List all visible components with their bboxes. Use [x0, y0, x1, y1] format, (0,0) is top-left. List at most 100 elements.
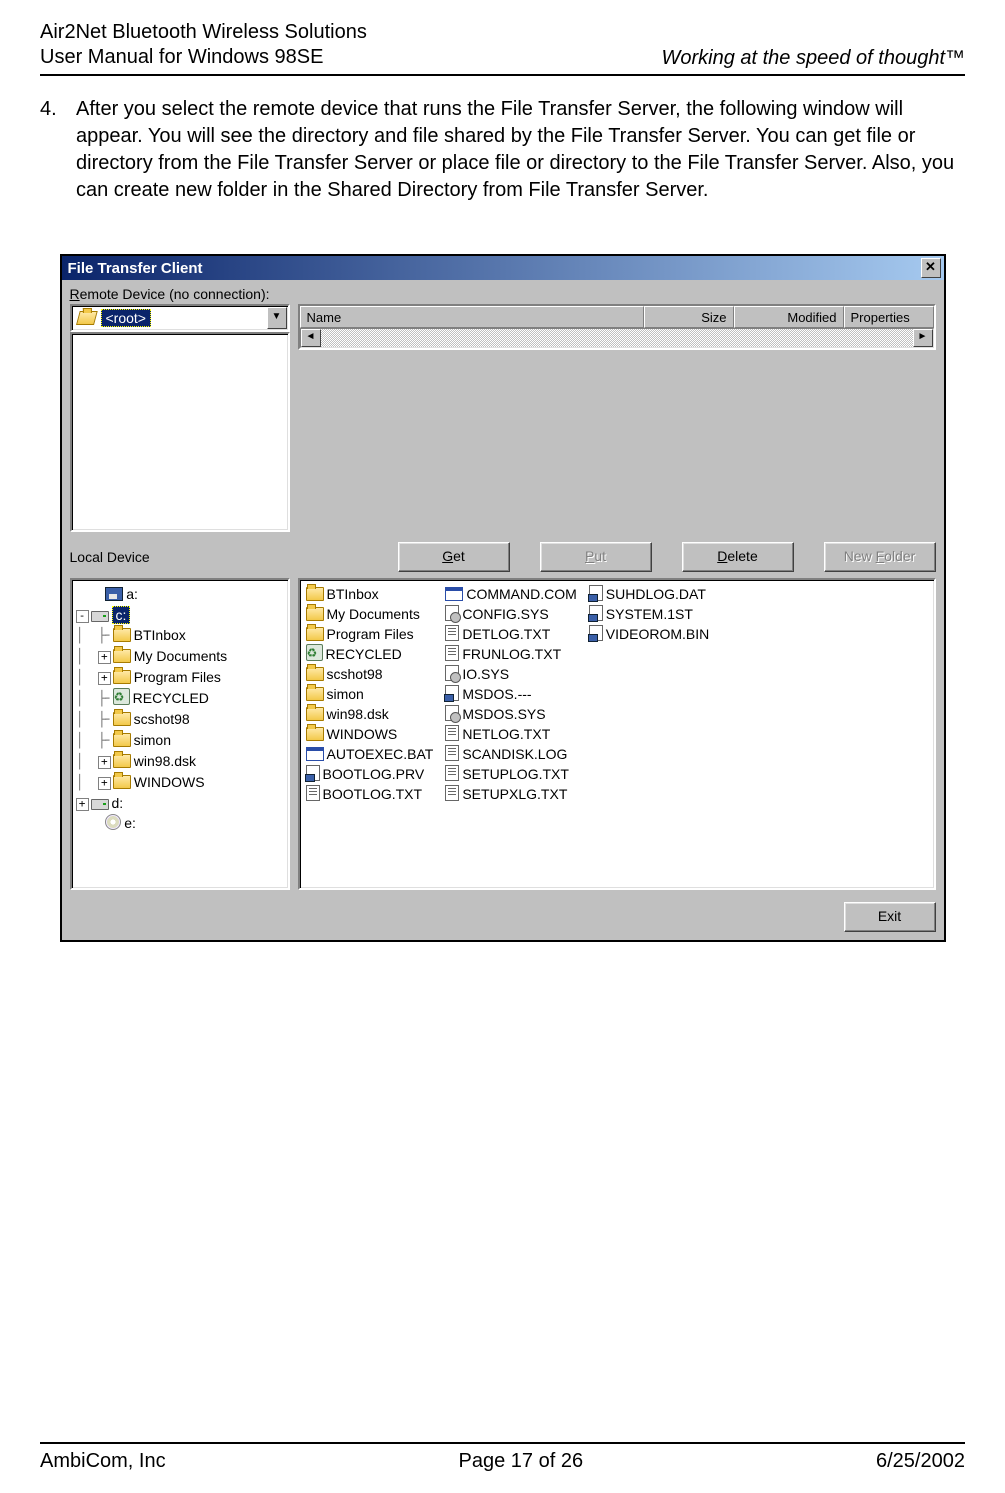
remote-list-header: Name Size Modified Properties [300, 306, 934, 328]
list-item[interactable]: scshot98 [306, 664, 434, 684]
list-item[interactable]: BOOTLOG.TXT [306, 784, 434, 804]
recycle-icon [113, 688, 130, 705]
list-item[interactable]: SYSTEM.1ST [589, 604, 709, 624]
txt-icon [445, 725, 459, 741]
col-properties[interactable]: Properties [844, 306, 934, 328]
list-item[interactable]: MSDOS.--- [445, 684, 576, 704]
exe-icon [445, 587, 463, 601]
local-tree[interactable]: a: - c:│ ├╴BTInbox│ +My Documents│ +Progra… [70, 578, 290, 890]
tree-row[interactable]: │ ├╴simon [76, 730, 284, 751]
tree-row[interactable]: │ ├╴RECYCLED [76, 688, 284, 709]
tree-row[interactable]: │ ├╴scshot98 [76, 709, 284, 730]
list-item[interactable]: DETLOG.TXT [445, 624, 576, 644]
tree-row[interactable]: a: [76, 584, 284, 605]
folder-icon [306, 587, 324, 601]
folder-icon [113, 712, 131, 726]
scroll-track[interactable] [321, 329, 913, 347]
list-item[interactable]: SUHDLOG.DAT [589, 584, 709, 604]
action-button-row: Local Device Get Put Delete New Folder [62, 536, 944, 578]
selected-drive: c: [112, 606, 131, 624]
dat-icon [589, 585, 603, 601]
tree-row[interactable]: │ +WINDOWS [76, 772, 284, 793]
folder-icon [306, 667, 324, 681]
scroll-left-icon[interactable]: ◄ [301, 329, 321, 347]
list-item[interactable]: SCANDISK.LOG [445, 744, 576, 764]
list-item[interactable]: CONFIG.SYS [445, 604, 576, 624]
list-item[interactable]: MSDOS.SYS [445, 704, 576, 724]
remote-tree[interactable] [70, 332, 290, 532]
remote-path-dropdown[interactable]: <root> ▼ [70, 304, 290, 332]
new-folder-button[interactable]: New Folder [824, 542, 936, 572]
drive-icon [91, 611, 109, 622]
step-number: 4. [40, 96, 66, 204]
list-item[interactable]: RECYCLED [306, 644, 434, 664]
list-item[interactable]: IO.SYS [445, 664, 576, 684]
tree-row[interactable]: │ +Program Files [76, 667, 284, 688]
window-titlebar[interactable]: File Transfer Client ✕ [62, 256, 944, 280]
tree-row[interactable]: - c: [76, 605, 284, 625]
chevron-down-icon[interactable]: ▼ [267, 307, 287, 329]
close-icon[interactable]: ✕ [921, 258, 941, 278]
sys-icon [445, 705, 459, 721]
footer-date: 6/25/2002 [876, 1450, 965, 1473]
folder-icon [113, 733, 131, 747]
get-button[interactable]: Get [398, 542, 510, 572]
list-item[interactable]: simon [306, 684, 434, 704]
tree-row[interactable]: │ +My Documents [76, 646, 284, 667]
folder-icon [113, 649, 131, 663]
col-name[interactable]: Name [300, 306, 644, 328]
exe-icon [306, 747, 324, 761]
file-column: COMMAND.COMCONFIG.SYSDETLOG.TXTFRUNLOG.T… [445, 584, 576, 884]
exit-button[interactable]: Exit [844, 902, 936, 932]
list-item[interactable]: win98.dsk [306, 704, 434, 724]
col-modified[interactable]: Modified [734, 306, 844, 328]
list-item[interactable]: VIDEOROM.BIN [589, 624, 709, 644]
folder-open-icon [76, 311, 98, 325]
txt-icon [445, 785, 459, 801]
expand-icon[interactable]: + [98, 756, 111, 769]
list-item[interactable]: NETLOG.TXT [445, 724, 576, 744]
list-item[interactable]: BTInbox [306, 584, 434, 604]
put-button[interactable]: Put [540, 542, 652, 572]
remote-horizontal-scrollbar[interactable]: ◄ ► [300, 328, 934, 348]
local-listview[interactable]: BTInboxMy DocumentsProgram FilesRECYCLED… [298, 578, 936, 890]
footer-page: Page 17 of 26 [459, 1450, 584, 1473]
tree-row[interactable]: │ ├╴BTInbox [76, 625, 284, 646]
folder-icon [306, 707, 324, 721]
list-item[interactable]: BOOTLOG.PRV [306, 764, 434, 784]
list-item[interactable]: My Documents [306, 604, 434, 624]
list-item[interactable]: WINDOWS [306, 724, 434, 744]
list-item[interactable]: COMMAND.COM [445, 584, 576, 604]
file-transfer-client-window: File Transfer Client ✕ Remote Device (no… [60, 254, 946, 942]
folder-icon [306, 687, 324, 701]
folder-icon [306, 607, 324, 621]
list-item[interactable]: FRUNLOG.TXT [445, 644, 576, 664]
txt-icon [445, 645, 459, 661]
txt-icon [306, 785, 320, 801]
tree-row[interactable]: +d: [76, 793, 284, 813]
expand-icon[interactable]: + [76, 798, 89, 811]
folder-icon [306, 727, 324, 741]
local-panel: a: - c:│ ├╴BTInbox│ +My Documents│ +Progra… [62, 578, 944, 894]
list-item[interactable]: SETUPXLG.TXT [445, 784, 576, 804]
tree-row[interactable]: e: [76, 813, 284, 834]
recycle-icon [306, 644, 323, 661]
product-name: Air2Net Bluetooth Wireless Solutions [40, 20, 367, 45]
list-item[interactable]: Program Files [306, 624, 434, 644]
tree-row[interactable]: │ +win98.dsk [76, 751, 284, 772]
txt-icon [445, 625, 459, 641]
delete-button[interactable]: Delete [682, 542, 794, 572]
list-item[interactable]: AUTOEXEC.BAT [306, 744, 434, 764]
remote-listview[interactable]: Name Size Modified Properties ◄ ► [298, 304, 936, 350]
col-size[interactable]: Size [644, 306, 734, 328]
remote-panel: <root> ▼ Name Size Modified Properties [62, 304, 944, 536]
folder-icon [306, 627, 324, 641]
remote-root-selection: <root> [101, 309, 151, 327]
expand-icon[interactable]: + [98, 777, 111, 790]
list-item[interactable]: SETUPLOG.TXT [445, 764, 576, 784]
expand-icon[interactable]: + [98, 672, 111, 685]
expand-icon[interactable]: + [98, 651, 111, 664]
folder-icon [113, 754, 131, 768]
scroll-right-icon[interactable]: ► [913, 329, 933, 347]
collapse-icon[interactable]: - [76, 610, 89, 623]
